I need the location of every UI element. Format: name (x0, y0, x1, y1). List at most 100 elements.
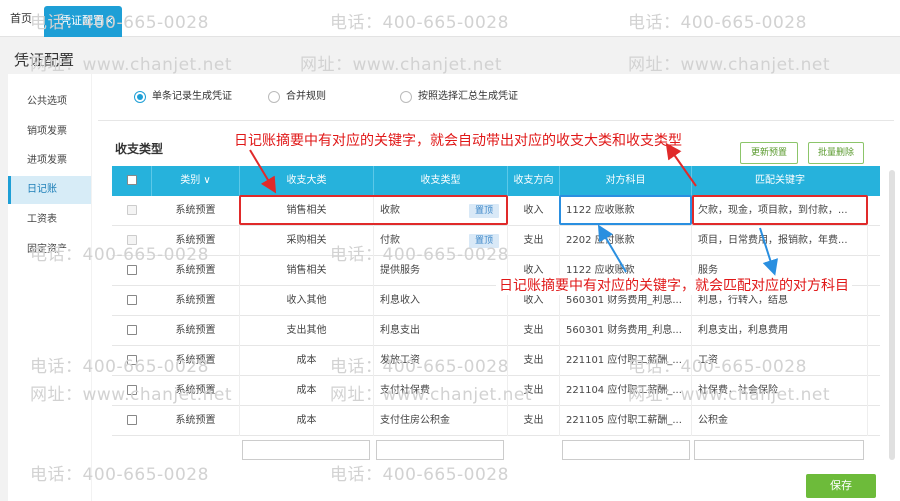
header-direction: 收支方向 (508, 166, 560, 196)
cell-major-text: 收入其他 (286, 295, 327, 306)
tab-home[interactable]: 首页 (0, 0, 42, 37)
generation-mode: 单条记录生成凭证 合并规则 按照选择汇总生成凭证 (92, 74, 900, 118)
vertical-scrollbar[interactable] (889, 170, 895, 460)
watermark: 网址：www.chanjet.net (300, 55, 503, 75)
header-account: 对方科目 (560, 166, 692, 196)
header-type: 收支类型 (374, 166, 508, 196)
filter-input[interactable] (376, 440, 504, 460)
cell-account-text: 1122 应收账款 (566, 205, 635, 216)
cell-type-text: 支付社保费 (380, 385, 430, 396)
cell-direction: 收入 (508, 196, 560, 226)
cell-major: 成本 (240, 376, 374, 406)
table-header: 类别 ∨ 收支大类 收支类型 收支方向 对方科目 匹配关键字 (112, 166, 880, 196)
row-checkbox[interactable] (127, 385, 137, 395)
cell-direction-text: 支出 (523, 355, 544, 366)
cell-category: 系统预置 (152, 256, 240, 286)
table-row[interactable]: 系统预置 采购相关 付款 置顶 支出 2202 应付账款 项目，日常费用，报销款，年费... (112, 226, 880, 256)
sidebar-item-fixed-assets[interactable]: 固定资产 (8, 236, 91, 264)
radio-single-record[interactable]: 单条记录生成凭证 (134, 90, 232, 104)
radio-summary[interactable]: 按照选择汇总生成凭证 (400, 90, 518, 104)
cell-account-text: 560301 财务费用_利息... (566, 325, 682, 336)
tab-bar: 首页 凭证配置 × (0, 0, 900, 37)
cell-type: 提供服务 (374, 256, 508, 286)
cell-account-text: 560301 财务费用_利息... (566, 295, 682, 306)
update-preset-button[interactable]: 更新预置 (740, 142, 798, 164)
radio-dot (268, 91, 280, 103)
cell-major: 成本 (240, 346, 374, 376)
cell-type: 利息支出 (374, 316, 508, 346)
cell-account: 221104 应付职工薪酬_... (560, 376, 692, 406)
save-button[interactable]: 保存 (806, 474, 876, 498)
cell-major: 销售相关 (240, 196, 374, 226)
cell-category: 系统预置 (152, 376, 240, 406)
cell-keywords-text: 利息，行转入，结息 (698, 295, 788, 306)
sidebar-item-sales-invoice[interactable]: 销项发票 (8, 118, 91, 146)
cell-direction-text: 收入 (523, 205, 544, 216)
cell-major: 成本 (240, 406, 374, 436)
cell-type: 收款 置顶 (374, 196, 508, 226)
table-row[interactable]: 系统预置 销售相关 收款 置顶 收入 1122 应收账款 欠款，现金，项目款，到付款，... (112, 196, 880, 226)
cell-direction-text: 支出 (523, 385, 544, 396)
batch-delete-button[interactable]: 批量删除 (808, 142, 864, 164)
cell-major-text: 支出其他 (286, 325, 327, 336)
radio-merge-rules[interactable]: 合并规则 (268, 90, 326, 104)
pin-top-button[interactable]: 置顶 (468, 204, 499, 218)
table-row[interactable]: 系统预置 成本 支付社保费 支出 221104 应付职工薪酬_... 社保费，社会保险 (112, 376, 880, 406)
cell-account: 560301 财务费用_利息... (560, 316, 692, 346)
cell-account: 2202 应付账款 (560, 226, 692, 256)
sidebar-item-payroll[interactable]: 工资表 (8, 206, 91, 234)
cell-category: 系统预置 (152, 196, 240, 226)
cell-direction-text: 支出 (523, 235, 544, 246)
cell-major-text: 成本 (296, 415, 317, 426)
row-checkbox[interactable] (127, 415, 137, 425)
cell-category-text: 系统预置 (175, 205, 216, 216)
cell-keywords-text: 社保费，社会保险 (698, 385, 778, 396)
filter-input[interactable] (694, 440, 864, 460)
cell-keywords-text: 公积金 (698, 415, 728, 426)
radio-label: 按照选择汇总生成凭证 (418, 91, 518, 102)
cell-type: 支付社保费 (374, 376, 508, 406)
cell-type: 发放工资 (374, 346, 508, 376)
cell-category: 系统预置 (152, 316, 240, 346)
row-checkbox[interactable] (127, 355, 137, 365)
cell-keywords: 欠款，现金，项目款，到付款，... (692, 196, 868, 226)
cell-keywords: 利息支出，利息费用 (692, 316, 868, 346)
header-category[interactable]: 类别 ∨ (152, 166, 240, 196)
close-icon[interactable]: × (105, 6, 114, 35)
chevron-down-icon: ∨ (203, 175, 211, 186)
table-row[interactable]: 系统预置 成本 发放工资 支出 221101 应付职工薪酬_... 工资 (112, 346, 880, 376)
header-select (112, 166, 152, 196)
filter-input[interactable] (242, 440, 370, 460)
sidebar-item-public[interactable]: 公共选项 (8, 88, 91, 116)
cell-keywords-text: 工资 (698, 355, 718, 366)
filter-input[interactable] (562, 440, 690, 460)
cell-type-text: 支付住房公积金 (380, 415, 450, 426)
sidebar-item-journal[interactable]: 日记账 (8, 176, 91, 204)
select-all-checkbox[interactable] (127, 175, 137, 185)
table-row[interactable]: 系统预置 成本 支付住房公积金 支出 221105 应付职工薪酬_... 公积金 (112, 406, 880, 436)
tab-voucher-config[interactable]: 凭证配置 × (44, 6, 122, 37)
cell-major: 收入其他 (240, 286, 374, 316)
radio-dot (134, 91, 146, 103)
cell-type: 利息收入 (374, 286, 508, 316)
cell-type-text: 利息支出 (380, 325, 420, 336)
cell-keywords: 社保费，社会保险 (692, 376, 868, 406)
cell-account: 1122 应收账款 (560, 196, 692, 226)
pin-top-button[interactable]: 置顶 (468, 234, 499, 248)
row-checkbox[interactable] (127, 295, 137, 305)
cell-type-text: 付款 (380, 235, 400, 246)
cell-major: 销售相关 (240, 256, 374, 286)
cell-direction: 支出 (508, 226, 560, 256)
cell-keywords: 公积金 (692, 406, 868, 436)
cell-type-text: 发放工资 (380, 355, 420, 366)
table-row[interactable]: 系统预置 支出其他 利息支出 支出 560301 财务费用_利息... 利息支出，利息费用 (112, 316, 880, 346)
cell-direction-text: 支出 (523, 415, 544, 426)
cell-major-text: 销售相关 (286, 265, 327, 276)
cell-category-text: 系统预置 (175, 385, 216, 396)
row-checkbox[interactable] (127, 325, 137, 335)
cell-type-text: 收款 (380, 205, 400, 216)
sidebar-item-purchase-invoice[interactable]: 进项发票 (8, 147, 91, 175)
cell-category: 系统预置 (152, 226, 240, 256)
divider (98, 120, 894, 121)
row-checkbox[interactable] (127, 265, 137, 275)
